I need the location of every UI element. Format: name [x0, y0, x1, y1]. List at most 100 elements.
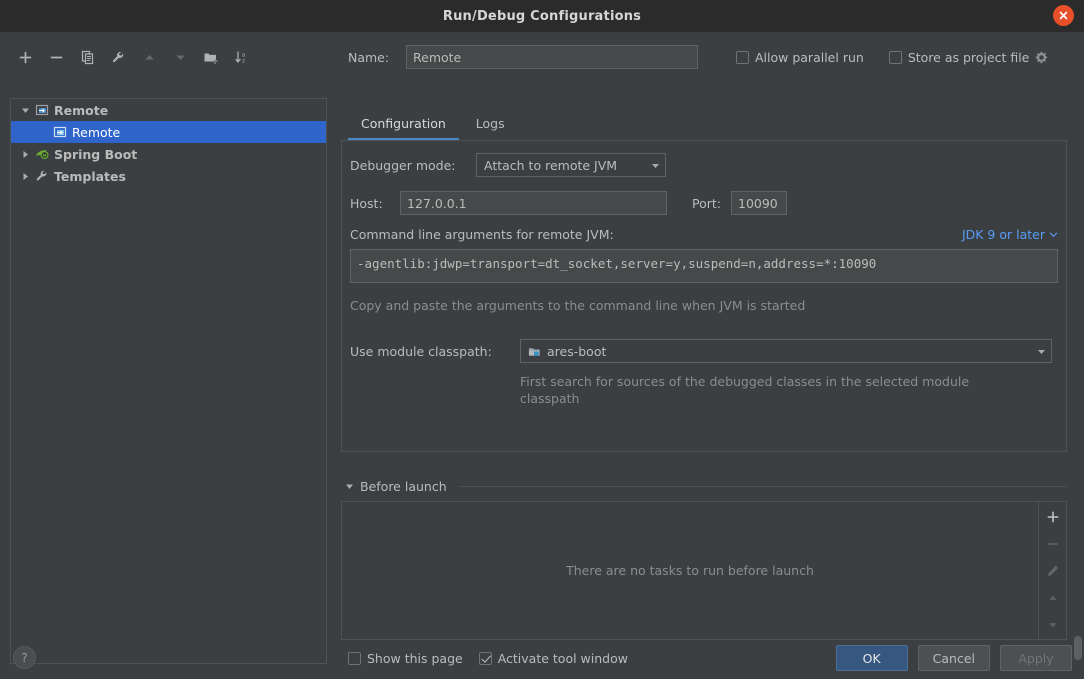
configuration-panel: Debugger mode: Attach to remote JVM Host… — [341, 140, 1067, 452]
tree-item-label: Remote — [54, 102, 109, 118]
twisty-collapsed-icon[interactable] — [17, 172, 33, 181]
wrench-icon — [33, 169, 51, 183]
dialog-buttons: OK Cancel Apply — [835, 645, 1072, 671]
remove-configuration-button[interactable] — [43, 44, 69, 70]
tree-item-label: Templates — [54, 168, 126, 184]
twisty-collapsed-icon[interactable] — [17, 150, 33, 159]
activate-tool-window-label: Activate tool window — [497, 651, 628, 666]
tree-item-spring-boot[interactable]: Spring Boot — [11, 143, 326, 165]
store-as-project-file-label: Store as project file — [907, 49, 1030, 65]
close-button[interactable] — [1053, 5, 1074, 26]
checkbox-box — [478, 652, 492, 665]
tab-configuration[interactable]: Configuration — [348, 112, 459, 140]
window-title: Run/Debug Configurations — [442, 8, 642, 24]
configurations-tree[interactable]: Remote Remote Spring Boot Templates — [10, 98, 327, 664]
arrow-up-icon — [1048, 595, 1057, 600]
name-row: Name: Allow parallel run Store as projec… — [348, 45, 1078, 69]
host-input[interactable] — [400, 191, 667, 215]
configuration-editor-pane: Name: Allow parallel run Store as projec… — [337, 32, 1084, 666]
copy-icon — [81, 50, 93, 64]
move-down-button[interactable] — [167, 44, 193, 70]
twisty-expanded-icon[interactable] — [345, 482, 354, 491]
debugger-mode-select[interactable]: Attach to remote JVM — [476, 153, 666, 177]
chevron-down-icon — [1028, 346, 1047, 357]
module-icon — [528, 345, 541, 358]
tab-logs[interactable]: Logs — [463, 112, 518, 140]
section-divider — [458, 485, 1067, 487]
cmdline-label: Command line arguments for remote JVM: — [350, 227, 614, 242]
module-classpath-label: Use module classpath: — [350, 343, 492, 359]
footer-options: Show this page Activate tool window — [348, 651, 628, 666]
cancel-button[interactable]: Cancel — [917, 645, 990, 671]
cmdline-hint: Copy and paste the arguments to the comm… — [350, 298, 806, 313]
twisty-expanded-icon[interactable] — [17, 106, 33, 115]
cmdline-arguments-field[interactable]: -agentlib:jdwp=transport=dt_socket,serve… — [350, 249, 1058, 283]
debugger-mode-label: Debugger mode: — [350, 157, 456, 173]
before-launch-title: Before launch — [360, 478, 447, 494]
configurations-sidebar: a z Remote Remote Spring Boot Templates — [0, 32, 337, 664]
add-configuration-button[interactable] — [12, 44, 38, 70]
host-port-row: Host: Port: — [350, 191, 787, 215]
tree-item-remote-group[interactable]: Remote — [11, 99, 326, 121]
port-input[interactable] — [731, 191, 787, 215]
help-button[interactable]: ? — [13, 646, 36, 669]
name-input[interactable] — [406, 45, 698, 69]
activate-tool-window-checkbox[interactable]: Activate tool window — [478, 651, 628, 666]
edit-task-button[interactable] — [1042, 561, 1064, 581]
module-classpath-row: Use module classpath: ares-boot — [350, 339, 1052, 363]
new-folder-button[interactable] — [198, 44, 224, 70]
editor-tabs: Configuration Logs — [348, 112, 1072, 140]
sort-alphabetically-button[interactable]: a z — [229, 44, 255, 70]
edit-templates-button[interactable] — [105, 44, 131, 70]
module-classpath-select[interactable]: ares-boot — [520, 339, 1052, 363]
jdk-version-label: JDK 9 or later — [961, 227, 1045, 242]
remove-task-button[interactable] — [1042, 534, 1064, 554]
allow-parallel-run-label: Allow parallel run — [755, 49, 864, 65]
run-debug-configurations-dialog: Run/Debug Configurations a z Remote Remo… — [0, 0, 1084, 679]
jdk-version-selector[interactable]: JDK 9 or later — [962, 227, 1058, 242]
debugger-mode-value: Attach to remote JVM — [484, 157, 618, 173]
move-task-down-button[interactable] — [1042, 615, 1064, 635]
folder-add-icon — [204, 53, 218, 64]
host-label: Host: — [350, 195, 383, 211]
show-this-page-label: Show this page — [367, 651, 463, 666]
pencil-icon — [1047, 565, 1058, 576]
apply-button[interactable]: Apply — [1000, 645, 1072, 671]
move-task-up-button[interactable] — [1042, 588, 1064, 608]
close-icon — [1059, 11, 1068, 20]
arrow-down-icon — [1048, 623, 1057, 628]
module-classpath-hint: First search for sources of the debugged… — [520, 374, 970, 406]
tree-item-remote-config[interactable]: Remote — [11, 121, 326, 143]
copy-configuration-button[interactable] — [74, 44, 100, 70]
spring-boot-icon — [33, 147, 51, 161]
debugger-mode-row: Debugger mode: Attach to remote JVM — [350, 153, 666, 177]
scrollbar-thumb[interactable] — [1074, 636, 1082, 660]
editor-scrollbar[interactable] — [1072, 32, 1084, 660]
store-as-project-file-settings-button[interactable] — [1035, 51, 1048, 64]
add-task-button[interactable] — [1042, 507, 1064, 527]
tree-item-label: Remote — [72, 124, 121, 140]
svg-text:z: z — [242, 58, 245, 64]
show-this-page-checkbox[interactable]: Show this page — [348, 651, 463, 666]
checkbox-box — [348, 652, 361, 665]
before-launch-actions — [1038, 502, 1066, 639]
move-up-button[interactable] — [136, 44, 162, 70]
chevron-down-icon — [642, 160, 661, 171]
store-as-project-file-checkbox[interactable]: Store as project file — [888, 49, 1030, 65]
before-launch-task-list[interactable]: There are no tasks to run before launch — [341, 501, 1067, 640]
port-label: Port: — [692, 195, 721, 211]
help-icon: ? — [21, 650, 28, 665]
arrow-up-icon — [145, 54, 153, 59]
allow-parallel-run-checkbox[interactable]: Allow parallel run — [736, 50, 864, 65]
before-launch-header[interactable]: Before launch — [345, 477, 1067, 495]
tree-item-templates[interactable]: Templates — [11, 165, 326, 187]
window-titlebar: Run/Debug Configurations — [0, 0, 1084, 32]
wrench-icon — [112, 51, 123, 62]
arrow-down-icon — [176, 55, 184, 60]
cmdline-label-row: Command line arguments for remote JVM: J… — [350, 227, 1058, 242]
before-launch-empty-text: There are no tasks to run before launch — [566, 563, 814, 578]
chevron-down-icon — [1049, 232, 1058, 238]
checkbox-box — [888, 50, 902, 64]
ok-button[interactable]: OK — [835, 645, 908, 671]
minus-icon — [1047, 543, 1058, 545]
